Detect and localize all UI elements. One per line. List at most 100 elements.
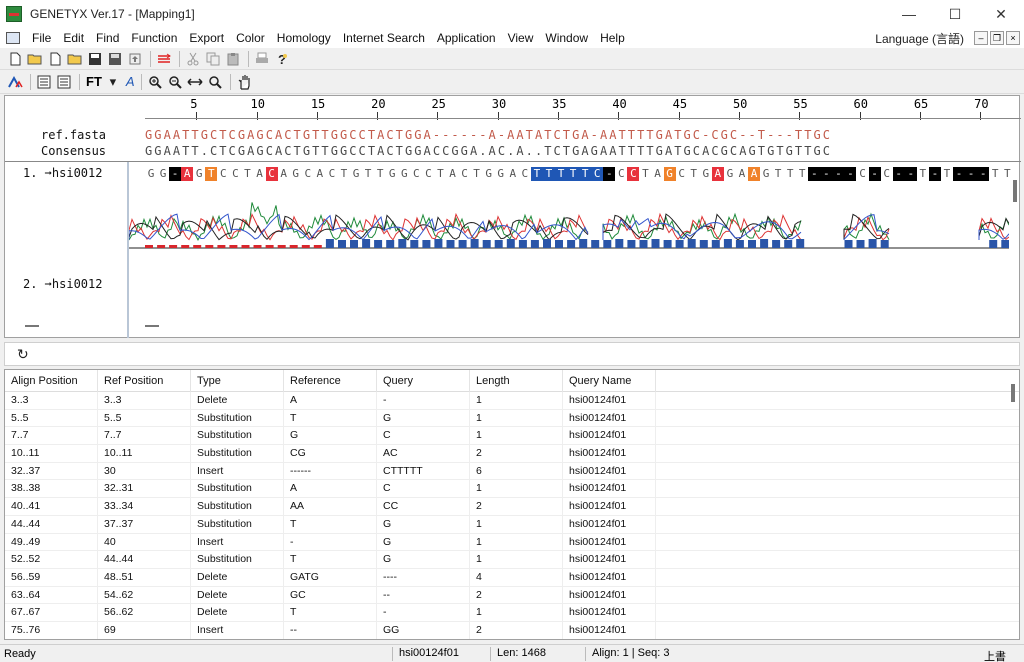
- table-row[interactable]: 75..76 69 Insert -- GG 2 hsi00124f01: [5, 621, 1019, 639]
- table-cell: -: [377, 604, 470, 621]
- ruler-number: 60: [853, 97, 868, 111]
- paste-icon[interactable]: [224, 50, 242, 68]
- name-scroll-handle[interactable]: [25, 325, 39, 327]
- column-header[interactable]: [656, 370, 1019, 392]
- mdi-minimize-button[interactable]: –: [974, 31, 988, 45]
- quality-bar: [663, 240, 672, 248]
- column-header[interactable]: Length: [470, 370, 563, 392]
- save-as-icon[interactable]: [106, 50, 124, 68]
- read-base: C: [678, 167, 685, 180]
- table-cell: hsi00124f01: [563, 392, 656, 409]
- upload-icon[interactable]: [126, 50, 144, 68]
- table-row[interactable]: 67..67 56..62 Delete T -1 hsi00124f01: [5, 604, 1019, 622]
- new-document-icon[interactable]: [46, 50, 64, 68]
- minimize-button[interactable]: —: [886, 0, 932, 28]
- menu-view[interactable]: View: [502, 31, 540, 45]
- sequence-scroll-handle[interactable]: [145, 325, 159, 327]
- quality-bar: [591, 240, 600, 248]
- menu-help[interactable]: Help: [594, 31, 631, 45]
- column-header[interactable]: Align Position: [5, 370, 98, 392]
- menu-application[interactable]: Application: [431, 31, 502, 45]
- close-button[interactable]: ✕: [978, 0, 1024, 28]
- table-scrollbar[interactable]: [1011, 384, 1015, 402]
- table-cell: Delete: [191, 604, 284, 621]
- menu-find[interactable]: Find: [90, 31, 125, 45]
- table-row[interactable]: 32..37 30 Insert ------ CTTTTT 6 hsi00124f01: [5, 462, 1019, 481]
- menu-internet-search[interactable]: Internet Search: [337, 31, 431, 45]
- read-label-2[interactable]: 2. ➞hsi0012: [23, 277, 102, 291]
- table-cell: hsi00124f01: [563, 498, 656, 515]
- mdi-restore-button[interactable]: ❐: [990, 31, 1004, 45]
- column-header[interactable]: Query: [377, 370, 470, 392]
- refresh-icon[interactable]: ↻: [17, 346, 29, 363]
- cut-icon[interactable]: [184, 50, 202, 68]
- quality-bar: [277, 245, 286, 248]
- mapping-icon[interactable]: [155, 50, 173, 68]
- quality-bar: [567, 240, 576, 248]
- document-window-icon[interactable]: [6, 32, 20, 44]
- menu-file[interactable]: File: [26, 31, 57, 45]
- list-view-icon[interactable]: [35, 73, 53, 91]
- column-header[interactable]: Query Name: [563, 370, 656, 392]
- table-row[interactable]: 10..11 10..11 Substitution CG AC 2 hsi00124f01: [5, 445, 1019, 463]
- table-cell-filler: [656, 463, 1019, 480]
- open-icon[interactable]: [66, 50, 84, 68]
- quality-bar: [301, 245, 310, 248]
- read-label-1[interactable]: 1. ➞hsi0012: [23, 166, 102, 180]
- table-row[interactable]: 56..59 48..51 Delete GATG ---- 4 hsi00124f01: [5, 568, 1019, 587]
- mdi-close-button[interactable]: ×: [1006, 31, 1020, 45]
- maximize-button[interactable]: ☐: [932, 0, 978, 28]
- font-button[interactable]: A: [126, 74, 135, 89]
- table-row[interactable]: 40..41 33..34 Substitution AA CC 2 hsi00124f01: [5, 498, 1019, 516]
- column-header[interactable]: Reference: [284, 370, 377, 392]
- read-base: C: [425, 167, 432, 180]
- table-row[interactable]: 49..49 40 Insert - G 1 hsi00124f01: [5, 533, 1019, 552]
- table-view-icon[interactable]: [55, 73, 73, 91]
- table-row[interactable]: 63..64 54..62 Delete GC -- 2 hsi00124f01: [5, 586, 1019, 605]
- new-file-icon[interactable]: [6, 50, 24, 68]
- zoom-reset-icon[interactable]: [206, 73, 224, 91]
- menu-function[interactable]: Function: [125, 31, 183, 45]
- table-cell: Insert: [191, 533, 284, 551]
- help-question-icon[interactable]: ?: [273, 50, 291, 68]
- alignment-view-icon[interactable]: [6, 73, 24, 91]
- table-row[interactable]: 5..5 5..5 Substitution T G 1 hsi00124f01: [5, 409, 1019, 428]
- menu-export[interactable]: Export: [183, 31, 230, 45]
- zoom-in-icon[interactable]: [146, 73, 164, 91]
- table-cell-filler: [656, 516, 1019, 533]
- hand-pan-icon[interactable]: [235, 73, 253, 91]
- fit-width-icon[interactable]: [186, 73, 204, 91]
- menu-window[interactable]: Window: [539, 31, 594, 45]
- language-menu[interactable]: Language (言語): [875, 30, 964, 47]
- menu-edit[interactable]: Edit: [57, 31, 90, 45]
- menu-homology[interactable]: Homology: [271, 31, 337, 45]
- print-icon[interactable]: [253, 50, 271, 68]
- column-header[interactable]: Type: [191, 370, 284, 392]
- menu-color[interactable]: Color: [230, 31, 271, 45]
- table-cell: 1: [470, 551, 563, 568]
- read-base: C: [883, 167, 890, 180]
- copy-icon[interactable]: [204, 50, 222, 68]
- chevron-down-icon[interactable]: ▾: [104, 73, 122, 91]
- table-cell: 6: [470, 462, 563, 480]
- feature-table-button[interactable]: FT: [86, 74, 102, 89]
- toolbar-separator: [30, 73, 31, 90]
- open-folder-icon[interactable]: [26, 50, 44, 68]
- table-row[interactable]: 44..44 37..37 Substitution T G 1 hsi00124f01: [5, 515, 1019, 534]
- quality-bar: [145, 245, 153, 248]
- column-header[interactable]: Ref Position: [98, 370, 191, 392]
- ruler-line: [145, 118, 1021, 119]
- read-base: T: [991, 167, 999, 180]
- table-row[interactable]: 3..3 3..3 Delete A -1 hsi00124f01: [5, 392, 1019, 410]
- quality-bar: [217, 245, 226, 248]
- table-cell-filler: [656, 498, 1019, 515]
- table-row[interactable]: 38..38 32..31 Substitution A C 1 hsi00124f01: [5, 480, 1019, 499]
- vertical-scrollbar[interactable]: [1013, 180, 1017, 202]
- read-base: T: [437, 167, 444, 180]
- zoom-out-icon[interactable]: [166, 73, 184, 91]
- table-row[interactable]: 7..7 7..7 Substitution G C 1 hsi00124f01: [5, 427, 1019, 446]
- read-base: C: [328, 167, 336, 180]
- table-row[interactable]: 52..52 44..44 Substitution T G 1 hsi00124f01: [5, 551, 1019, 569]
- save-icon[interactable]: [86, 50, 104, 68]
- alignment-view[interactable]: 5 10 15 20 25 30 35 40 45 50 55 60 65 70 ref.fasta Co…: [4, 95, 1021, 338]
